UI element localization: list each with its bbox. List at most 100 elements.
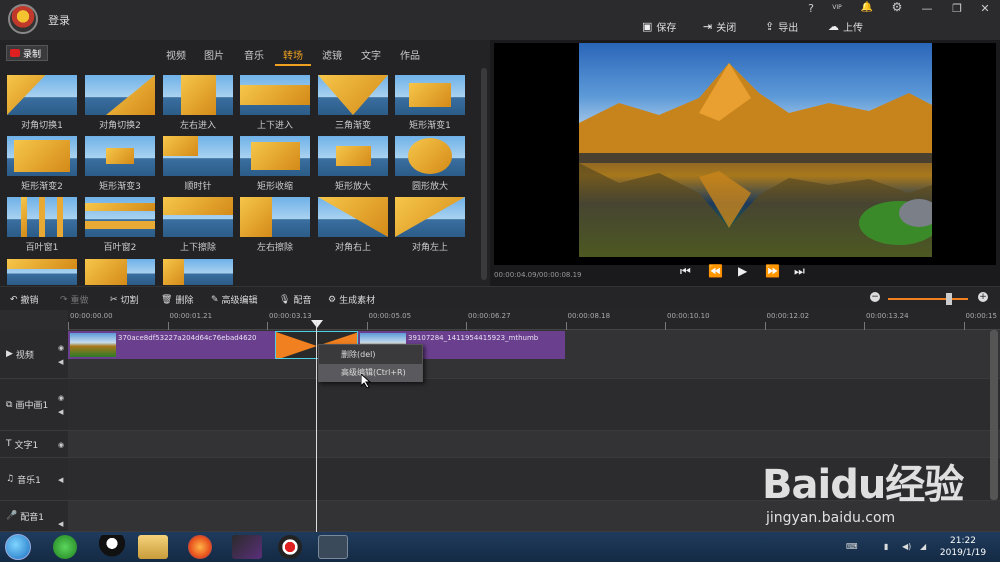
pip-track[interactable]: [68, 379, 1000, 431]
tab-video[interactable]: 视频: [166, 47, 186, 62]
minimize-icon[interactable]: —: [918, 2, 936, 15]
editor-taskbar-icon[interactable]: [318, 535, 348, 559]
speaker-icon[interactable]: ◀: [58, 408, 63, 416]
speaker-icon[interactable]: ◀: [58, 520, 63, 528]
redo-button[interactable]: ↷ 重做: [60, 293, 89, 307]
taskbar: ⌨ ▮ ◀) ◢ 21:22 2019/1/19: [0, 532, 1000, 562]
cut-button[interactable]: ✂ 切割: [110, 293, 139, 307]
app-icon-360[interactable]: [53, 535, 77, 559]
speaker-icon[interactable]: ◀: [58, 358, 63, 366]
qq-icon[interactable]: [97, 535, 127, 559]
volume-icon[interactable]: ◀): [902, 542, 911, 551]
preview-panel: 00:00:04.09/00:00:08.19 ⏮ ⏪ ▶ ⏩ ⏭: [490, 40, 1000, 286]
zoom-out-icon[interactable]: −: [870, 292, 880, 302]
upload-button[interactable]: ☁ 上传: [828, 19, 863, 34]
tab-image[interactable]: 图片: [204, 47, 224, 62]
step-forward-icon[interactable]: ⏩: [765, 264, 780, 278]
keyboard-icon[interactable]: ⌨: [846, 542, 858, 551]
play-icon[interactable]: ▶: [738, 264, 747, 278]
media-library: 录制 视频 图片 音乐 转场 滤镜 文字 作品 对角切换1 对角切换2 左右进入 上下…: [0, 40, 490, 286]
voice-track[interactable]: [68, 501, 1000, 532]
skip-back-icon[interactable]: ⏮: [680, 264, 691, 279]
transition-thumbnail[interactable]: [163, 259, 233, 285]
tab-filter[interactable]: 滤镜: [322, 47, 342, 62]
close-icon[interactable]: ✕: [976, 2, 994, 15]
playhead-handle[interactable]: [311, 320, 323, 328]
folder-icon[interactable]: [138, 535, 168, 559]
eye-icon[interactable]: ◉: [58, 441, 64, 449]
transition-thumbnail[interactable]: [163, 136, 233, 176]
transition-thumbnail[interactable]: [163, 75, 233, 115]
text-track[interactable]: [68, 431, 1000, 458]
transition-thumbnail[interactable]: [7, 259, 77, 285]
player-icon[interactable]: [232, 535, 262, 559]
close-project-button[interactable]: ⇥ 关闭: [703, 19, 736, 34]
ruler-tick: [764, 322, 766, 330]
gear-icon[interactable]: ⚙: [888, 0, 906, 14]
login-link[interactable]: 登录: [48, 12, 70, 28]
eye-icon[interactable]: ◉: [58, 344, 64, 352]
ruler-tick: [267, 322, 268, 330]
transition-thumbnail[interactable]: [395, 197, 465, 237]
record-button[interactable]: 录制: [6, 45, 48, 61]
transition-thumbnail[interactable]: [318, 197, 388, 237]
music-track[interactable]: [68, 458, 1000, 501]
dub-button[interactable]: 🎙 配音: [279, 293, 311, 307]
transition-thumbnail[interactable]: [395, 75, 465, 115]
microphone-icon: 🎙: [279, 294, 291, 305]
help-icon[interactable]: ?: [802, 2, 820, 15]
tab-text[interactable]: 文字: [361, 47, 381, 62]
transition-thumbnail[interactable]: [7, 197, 77, 237]
transition-thumbnail[interactable]: [85, 136, 155, 176]
zoom-slider-handle[interactable]: [946, 293, 952, 305]
maximize-icon[interactable]: ❐: [948, 2, 966, 15]
transition-thumbnail[interactable]: [85, 259, 155, 285]
speaker-icon[interactable]: ◀: [58, 476, 63, 484]
battery-icon[interactable]: ▮: [884, 542, 888, 551]
generate-button[interactable]: ⚙ 生成素材: [328, 293, 375, 307]
system-clock[interactable]: 21:22 2019/1/19: [938, 535, 988, 559]
playhead[interactable]: [316, 322, 317, 532]
transition-thumbnail[interactable]: [240, 197, 310, 237]
library-scrollbar[interactable]: [481, 68, 487, 280]
transition-thumbnail[interactable]: [240, 136, 310, 176]
transition-thumbnail[interactable]: [395, 136, 465, 176]
tab-works[interactable]: 作品: [400, 47, 420, 62]
save-icon: ▣: [642, 20, 653, 33]
export-button[interactable]: ⇪ 导出: [765, 19, 798, 34]
network-icon[interactable]: ◢: [920, 542, 926, 551]
video-clip[interactable]: 370ace8df53227a204d64c76ebad4620: [68, 331, 275, 359]
time-ruler[interactable]: 00:00:00.00 00:00:01.21 00:00:03.13 00:00:0…: [68, 310, 1000, 330]
timeline: 00:00:00.00 00:00:01.21 00:00:03.13 00:00:0…: [0, 310, 1000, 532]
zoom-in-icon[interactable]: +: [978, 292, 988, 302]
zoom-slider[interactable]: [888, 298, 968, 300]
transition-thumbnail[interactable]: [7, 75, 77, 115]
recorder-icon[interactable]: [278, 535, 302, 559]
app-logo: [8, 4, 38, 34]
transition-thumbnail[interactable]: [318, 75, 388, 115]
transition-thumbnail[interactable]: [163, 197, 233, 237]
firefox-icon[interactable]: [188, 535, 212, 559]
delete-button[interactable]: 🗑 删除: [161, 293, 193, 307]
undo-button[interactable]: ↶ 撤销: [10, 293, 39, 307]
timeline-scrollbar[interactable]: [990, 330, 998, 500]
clip-name: 370ace8df53227a204d64c76ebad4620: [118, 334, 257, 342]
vip-icon[interactable]: VIP: [828, 4, 846, 11]
tab-music[interactable]: 音乐: [244, 47, 264, 62]
transition-thumbnail[interactable]: [7, 136, 77, 176]
eye-icon[interactable]: ◉: [58, 394, 64, 402]
transition-thumbnail[interactable]: [240, 75, 310, 115]
tab-transition[interactable]: 转场: [283, 47, 303, 62]
start-button[interactable]: [5, 534, 31, 560]
ruler-tick-label: 00:00:00.00: [70, 312, 113, 320]
transition-thumbnail[interactable]: [318, 136, 388, 176]
save-button[interactable]: ▣ 保存: [642, 19, 676, 34]
bell-icon[interactable]: 🔔: [858, 2, 876, 13]
transition-thumbnail[interactable]: [85, 75, 155, 115]
step-back-icon[interactable]: ⏪: [708, 264, 723, 278]
skip-forward-icon[interactable]: ⏭: [794, 264, 805, 279]
ruler-tick-label: 00:00:12.02: [766, 312, 810, 320]
menu-item-delete[interactable]: 删除(del): [319, 346, 422, 364]
advanced-edit-button[interactable]: ✎ 高级编辑: [211, 293, 258, 307]
transition-thumbnail[interactable]: [85, 197, 155, 237]
